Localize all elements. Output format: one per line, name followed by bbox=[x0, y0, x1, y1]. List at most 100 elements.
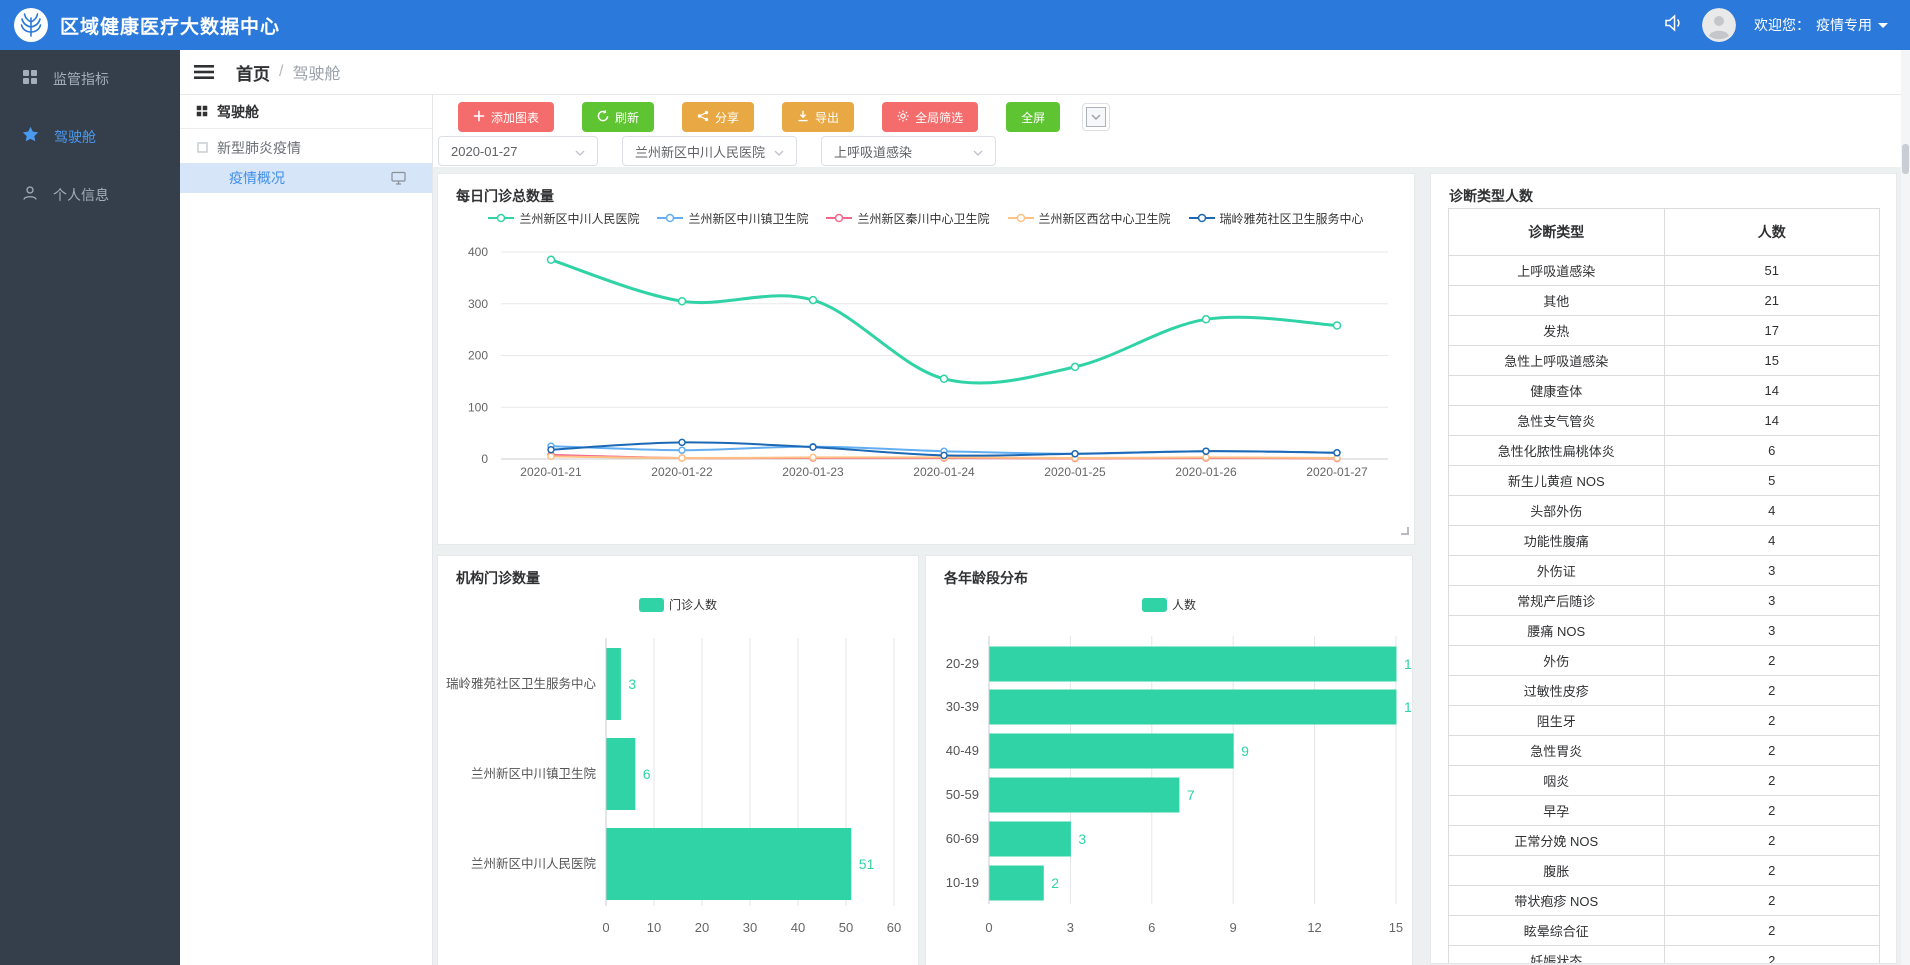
svg-text:3: 3 bbox=[628, 676, 636, 692]
hamburger-icon[interactable] bbox=[194, 64, 214, 80]
table-row: 发热17 bbox=[1449, 316, 1880, 346]
age-distribution-bar-chart: 0369121520-291530-391540-49950-59760-693… bbox=[926, 616, 1412, 965]
legend-label: 兰州新区西岔中心卫生院 bbox=[1039, 210, 1171, 227]
table-row: 外伤2 bbox=[1449, 646, 1880, 676]
diagnosis-cell: 外伤证 bbox=[1449, 556, 1665, 586]
svg-text:9: 9 bbox=[1241, 743, 1249, 759]
tree-item-epidemic-overview[interactable]: 疫情概况 bbox=[180, 163, 432, 193]
chevron-down-icon bbox=[774, 144, 784, 159]
legend-label: 门诊人数 bbox=[669, 596, 717, 613]
table-row: 早孕2 bbox=[1449, 796, 1880, 826]
dashboard-canvas: 每日门诊总数量 兰州新区中川人民医院兰州新区中川镇卫生院兰州新区秦川中心卫生院兰… bbox=[433, 167, 1901, 965]
svg-text:0: 0 bbox=[602, 920, 609, 935]
tree-group-epidemic[interactable]: 新型肺炎疫情 bbox=[180, 133, 432, 163]
legend-item[interactable]: 瑞岭雅苑社区卫生服务中心 bbox=[1189, 210, 1364, 227]
speaker-icon[interactable] bbox=[1662, 13, 1684, 38]
legend-label: 兰州新区中川人民医院 bbox=[519, 210, 639, 227]
count-cell: 4 bbox=[1664, 526, 1880, 556]
count-cell: 17 bbox=[1664, 316, 1880, 346]
svg-text:60-69: 60-69 bbox=[946, 831, 979, 846]
sidebar-item-label: 驾驶舱 bbox=[54, 127, 96, 147]
tree-panel-header: 驾驶舱 bbox=[180, 95, 432, 129]
svg-text:2020-01-27: 2020-01-27 bbox=[1306, 465, 1368, 479]
svg-text:2020-01-21: 2020-01-21 bbox=[520, 465, 582, 479]
svg-text:7: 7 bbox=[1187, 787, 1195, 803]
diagnosis-cell: 带状疱疹 NOS bbox=[1449, 886, 1665, 916]
diagnosis-select[interactable]: 上呼吸道感染 bbox=[821, 136, 996, 166]
monitor-icon[interactable] bbox=[391, 171, 406, 188]
legend-item[interactable]: 兰州新区秦川中心卫生院 bbox=[826, 210, 989, 227]
organization-select-value: 兰州新区中川人民医院 bbox=[635, 142, 765, 161]
avatar[interactable] bbox=[1702, 8, 1736, 42]
diagnosis-cell: 功能性腹痛 bbox=[1449, 526, 1665, 556]
legend-marker bbox=[1189, 212, 1215, 226]
svg-text:15: 15 bbox=[1389, 920, 1403, 935]
svg-text:兰州新区中川镇卫生院: 兰州新区中川镇卫生院 bbox=[471, 766, 597, 781]
svg-text:2: 2 bbox=[1051, 875, 1059, 891]
toolbar-button-label: 全屏 bbox=[1021, 109, 1045, 126]
legend-item[interactable]: 门诊人数 bbox=[639, 596, 717, 613]
count-cell: 14 bbox=[1664, 376, 1880, 406]
svg-text:12: 12 bbox=[1307, 920, 1321, 935]
app-title: 区域健康医疗大数据中心 bbox=[60, 12, 280, 39]
count-cell: 2 bbox=[1664, 766, 1880, 796]
sidebar-item-0[interactable]: 监管指标 bbox=[0, 50, 180, 108]
sidebar-item-1[interactable]: 驾驶舱 bbox=[0, 108, 180, 166]
svg-text:100: 100 bbox=[468, 400, 488, 414]
star-icon bbox=[22, 126, 39, 148]
toolbar-button-2[interactable]: 分享 bbox=[682, 102, 754, 132]
svg-text:3: 3 bbox=[1078, 831, 1086, 847]
diagnosis-cell: 外伤 bbox=[1449, 646, 1665, 676]
toolbar-button-3[interactable]: 导出 bbox=[782, 102, 854, 132]
page-scrollbar bbox=[1901, 50, 1910, 965]
table-row: 正常分娩 NOS2 bbox=[1449, 826, 1880, 856]
legend-marker bbox=[657, 212, 683, 226]
age-distribution-legend: 人数 bbox=[926, 596, 1412, 613]
svg-text:30: 30 bbox=[743, 920, 757, 935]
table-row: 阻生牙2 bbox=[1449, 706, 1880, 736]
legend-item[interactable]: 兰州新区西岔中心卫生院 bbox=[1008, 210, 1171, 227]
count-cell: 2 bbox=[1664, 676, 1880, 706]
diagnosis-cell: 新生儿黄疸 NOS bbox=[1449, 466, 1665, 496]
count-cell: 3 bbox=[1664, 586, 1880, 616]
org-visits-title: 机构门诊数量 bbox=[456, 568, 540, 588]
legend-item[interactable]: 人数 bbox=[1142, 596, 1196, 613]
welcome-label: 欢迎您： bbox=[1754, 15, 1810, 35]
user-menu[interactable]: 欢迎您： 疫情专用 bbox=[1754, 15, 1888, 35]
legend-item[interactable]: 兰州新区中川人民医院 bbox=[488, 210, 639, 227]
svg-text:10-19: 10-19 bbox=[946, 875, 979, 890]
toolbar-button-4[interactable]: 全局筛选 bbox=[882, 102, 978, 132]
table-row: 急性上呼吸道感染15 bbox=[1449, 346, 1880, 376]
sidebar: 监管指标驾驶舱个人信息 bbox=[0, 50, 180, 965]
mini-dropdown[interactable] bbox=[1082, 103, 1110, 131]
breadcrumb-home[interactable]: 首页 bbox=[236, 60, 270, 85]
sidebar-item-2[interactable]: 个人信息 bbox=[0, 166, 180, 224]
diagnosis-cell: 腰痛 NOS bbox=[1449, 616, 1665, 646]
toolbar-button-0[interactable]: 添加图表 bbox=[458, 102, 554, 132]
count-cell: 2 bbox=[1664, 646, 1880, 676]
table-row: 急性支气管炎14 bbox=[1449, 406, 1880, 436]
svg-text:0: 0 bbox=[481, 452, 488, 466]
svg-text:10: 10 bbox=[647, 920, 661, 935]
legend-item[interactable]: 兰州新区中川镇卫生院 bbox=[657, 210, 808, 227]
table-row: 新生儿黄疸 NOS5 bbox=[1449, 466, 1880, 496]
count-cell: 6 bbox=[1664, 436, 1880, 466]
scrollbar-thumb[interactable] bbox=[1902, 144, 1909, 174]
diagnosis-table-panel: 诊断类型人数 诊断类型 人数 上呼吸道感染51其他21发热17急性上呼吸道感染1… bbox=[1430, 173, 1897, 964]
filter-bar: 2020-01-27 兰州新区中川人民医院 上呼吸道感染 bbox=[438, 136, 996, 166]
resize-handle-icon[interactable] bbox=[1400, 522, 1409, 540]
org-visits-bar-chart: 0102030405060瑞岭雅苑社区卫生服务中心3兰州新区中川镇卫生院6兰州新… bbox=[438, 616, 918, 965]
table-row: 腹胀2 bbox=[1449, 856, 1880, 886]
svg-text:2020-01-25: 2020-01-25 bbox=[1044, 465, 1106, 479]
app-header: 区域健康医疗大数据中心 欢迎您： 疫情专用 bbox=[0, 0, 1910, 50]
organization-select[interactable]: 兰州新区中川人民医院 bbox=[622, 136, 797, 166]
sidebar-item-label: 个人信息 bbox=[53, 185, 109, 205]
date-select[interactable]: 2020-01-27 bbox=[438, 136, 598, 166]
table-row: 头部外伤4 bbox=[1449, 496, 1880, 526]
download-icon bbox=[797, 110, 809, 125]
table-row: 功能性腹痛4 bbox=[1449, 526, 1880, 556]
toolbar-button-5[interactable]: 全屏 bbox=[1006, 102, 1060, 132]
svg-text:2020-01-22: 2020-01-22 bbox=[651, 465, 713, 479]
toolbar-button-1[interactable]: 刷新 bbox=[582, 102, 654, 132]
svg-text:2020-01-26: 2020-01-26 bbox=[1175, 465, 1237, 479]
